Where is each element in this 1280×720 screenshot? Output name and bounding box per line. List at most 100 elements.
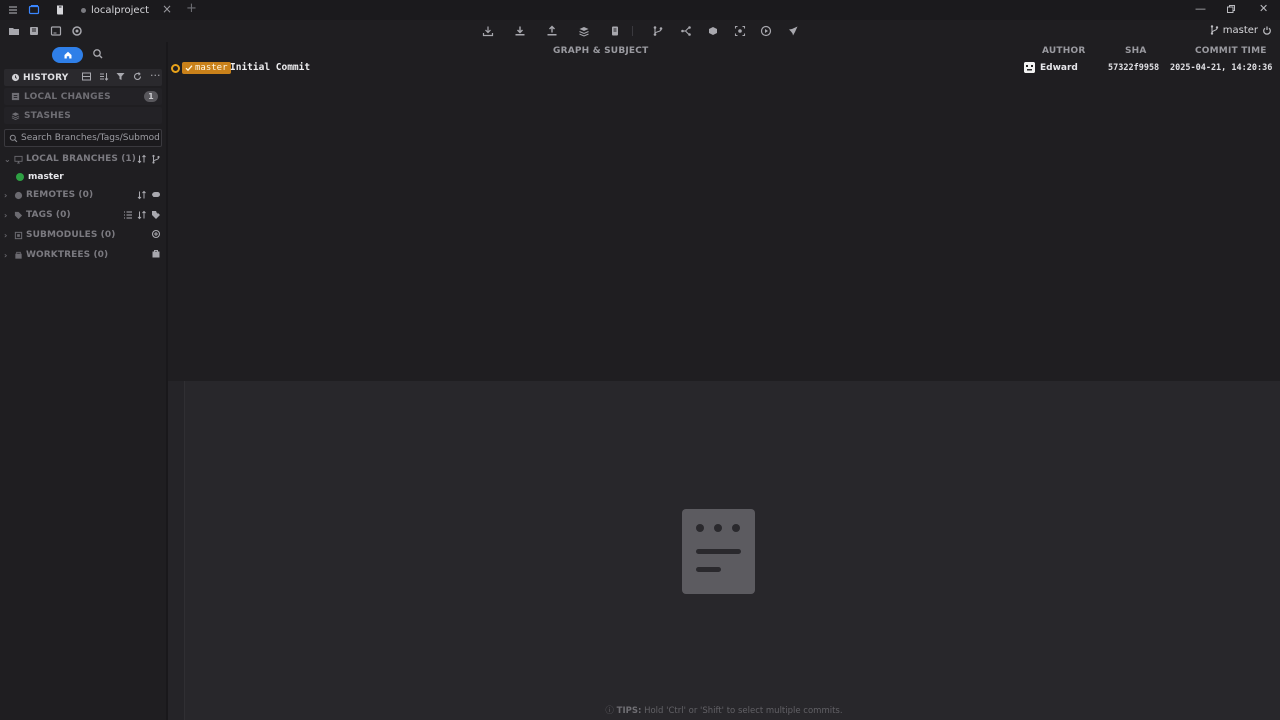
column-header-time[interactable]: COMMIT TIME xyxy=(1195,46,1267,56)
tab-title: localproject xyxy=(91,4,150,16)
commit-row[interactable]: master Initial Commit Edward 57322f9958 … xyxy=(168,60,1280,77)
tags-group[interactable]: › TAGS (0) xyxy=(4,207,162,223)
remotes-group[interactable]: › REMOTES (0) xyxy=(4,187,162,203)
local-branches-group[interactable]: ⌄ LOCAL BRANCHES (1) xyxy=(4,151,162,167)
search-icon[interactable] xyxy=(92,48,104,60)
restore-icon[interactable] xyxy=(1226,4,1236,14)
commit-author: Edward xyxy=(1024,62,1078,73)
sort-icon[interactable] xyxy=(98,71,109,82)
terminal-icon[interactable] xyxy=(49,24,63,38)
local-branches-label: LOCAL BRANCHES (1) xyxy=(26,154,136,164)
remotes-label: REMOTES (0) xyxy=(26,190,94,200)
submodule-icon xyxy=(14,231,23,240)
chevron-right-icon[interactable]: › xyxy=(4,231,12,240)
chevron-right-icon[interactable]: › xyxy=(4,251,12,260)
tag-icon xyxy=(14,211,23,220)
cherry-pick-icon[interactable] xyxy=(733,24,747,38)
repo-tab[interactable]: localproject × xyxy=(74,0,180,20)
remote-globe-icon xyxy=(14,191,23,200)
push-icon[interactable] xyxy=(545,24,559,38)
worktrees-group[interactable]: › WORKTREES (0) xyxy=(4,247,162,263)
branch-search-input[interactable] xyxy=(21,133,159,143)
commit-subject: Initial Commit xyxy=(230,62,311,73)
local-changes-count-badge: 1 xyxy=(144,91,158,102)
local-changes-section[interactable]: LOCAL CHANGES 1 xyxy=(4,88,162,105)
patch-icon[interactable] xyxy=(706,24,720,38)
sort-remotes-icon[interactable] xyxy=(137,190,147,200)
tips-text: ⓘ TIPS: Hold 'Ctrl' or 'Shift' to select… xyxy=(168,704,1280,716)
sort-tags-icon[interactable] xyxy=(137,210,147,220)
author-name: Edward xyxy=(1040,62,1078,73)
branch-icon[interactable] xyxy=(651,24,665,38)
add-remote-icon[interactable] xyxy=(151,189,161,199)
submodules-label: SUBMODULES (0) xyxy=(26,230,116,240)
column-header-author[interactable]: AUTHOR xyxy=(1042,46,1085,56)
current-branch-indicator[interactable]: master xyxy=(1209,24,1272,36)
worktree-icon xyxy=(14,251,23,260)
title-bar: localproject × + — ✕ xyxy=(0,0,1280,20)
home-icon xyxy=(64,51,71,59)
branch-search-box[interactable] xyxy=(4,129,162,147)
open-folder-icon[interactable] xyxy=(7,24,21,38)
settings-gear-icon[interactable] xyxy=(70,24,84,38)
refresh-icon[interactable] xyxy=(132,71,143,82)
commit-history-panel: GRAPH & SUBJECT AUTHOR SHA COMMIT TIME m… xyxy=(168,42,1280,381)
merge-icon[interactable] xyxy=(679,24,693,38)
pull-icon[interactable] xyxy=(513,24,527,38)
chevron-right-icon[interactable]: › xyxy=(4,211,12,220)
power-icon xyxy=(1263,26,1271,35)
branch-item-master[interactable]: master xyxy=(16,172,64,182)
layout-icon[interactable] xyxy=(81,71,92,82)
apply-stash-icon[interactable] xyxy=(608,24,622,38)
history-label: HISTORY xyxy=(23,72,69,83)
new-branch-icon[interactable] xyxy=(151,154,161,164)
tips-prefix: TIPS: xyxy=(616,706,642,716)
stashes-section[interactable]: STASHES xyxy=(4,107,162,124)
worktrees-label: WORKTREES (0) xyxy=(26,250,109,260)
stashes-icon xyxy=(11,111,20,120)
sort-branches-icon[interactable] xyxy=(137,154,147,164)
new-tag-icon[interactable] xyxy=(151,210,161,220)
minimize-icon[interactable]: — xyxy=(1195,2,1206,15)
stashes-label: STASHES xyxy=(24,110,71,121)
detail-gutter xyxy=(168,381,185,720)
submodules-group[interactable]: › SUBMODULES (0) xyxy=(4,227,162,243)
bookmarks-icon[interactable] xyxy=(27,24,41,38)
launch-icon[interactable] xyxy=(786,24,800,38)
add-submodule-icon[interactable] xyxy=(151,229,161,239)
hamburger-menu-icon[interactable] xyxy=(6,3,20,17)
home-button[interactable] xyxy=(52,47,83,63)
info-icon: ⓘ xyxy=(605,706,614,716)
list-view-icon[interactable] xyxy=(123,210,133,220)
chevron-right-icon[interactable]: › xyxy=(4,191,12,200)
fetch-icon[interactable] xyxy=(481,24,495,38)
column-header-graph[interactable]: GRAPH & SUBJECT xyxy=(553,46,648,56)
run-icon[interactable] xyxy=(759,24,773,38)
commit-detail-panel: ⓘ TIPS: Hold 'Ctrl' or 'Shift' to select… xyxy=(168,381,1280,720)
empty-state-robot-icon xyxy=(682,509,755,594)
add-tab-icon[interactable]: + xyxy=(186,1,197,16)
current-branch-name: master xyxy=(1222,24,1258,36)
column-header-sha[interactable]: SHA xyxy=(1125,46,1147,56)
stash-icon[interactable] xyxy=(577,24,591,38)
workspaces-icon[interactable] xyxy=(27,3,41,17)
tab-status-dot xyxy=(81,7,86,13)
commit-sha: 57322f9958 xyxy=(1108,63,1160,73)
local-changes-icon xyxy=(11,92,20,101)
commit-time: 2025-04-21, 14:20:36 xyxy=(1170,63,1273,73)
close-tab-icon[interactable]: × xyxy=(162,2,172,16)
history-icon xyxy=(11,73,20,82)
current-branch-dot-icon xyxy=(16,173,24,181)
filter-icon[interactable] xyxy=(115,71,126,82)
monitor-icon xyxy=(14,155,23,164)
more-options-icon[interactable]: ··· xyxy=(150,69,161,82)
close-window-icon[interactable]: ✕ xyxy=(1259,2,1268,15)
check-icon xyxy=(185,65,193,72)
search-icon xyxy=(9,134,18,143)
chevron-down-icon[interactable]: ⌄ xyxy=(4,155,12,164)
add-worktree-icon[interactable] xyxy=(151,249,161,259)
branch-ref-tag[interactable]: master xyxy=(182,62,231,74)
history-section[interactable]: HISTORY ··· xyxy=(4,69,162,86)
local-changes-label: LOCAL CHANGES xyxy=(24,91,111,102)
tips-message: Hold 'Ctrl' or 'Shift' to select multipl… xyxy=(644,706,843,716)
